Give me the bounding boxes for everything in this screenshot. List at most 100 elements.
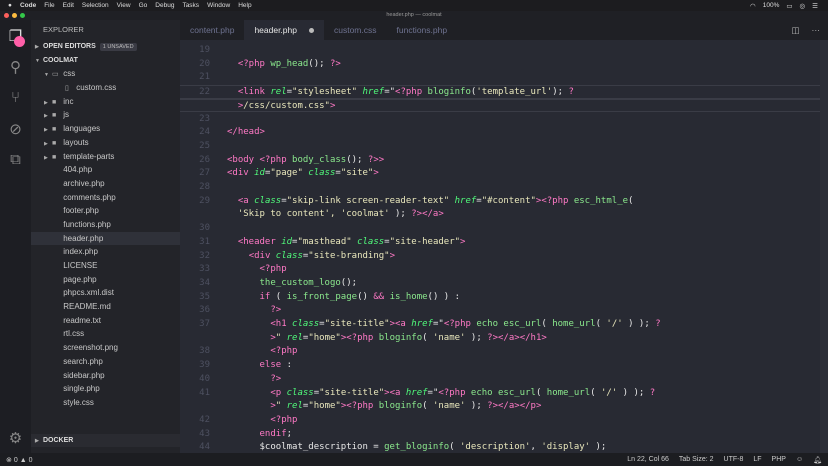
file-tree-item[interactable]: single.php bbox=[31, 382, 180, 396]
file-tree-item[interactable]: phpcs.xml.dist bbox=[31, 286, 180, 300]
code-line[interactable]: 30 bbox=[180, 222, 828, 236]
tab-size[interactable]: Tab Size: 2 bbox=[679, 456, 714, 464]
code-line[interactable]: 38 <?php bbox=[180, 345, 828, 359]
code-line[interactable]: 26 <body <?php body_class(); ?>> bbox=[180, 154, 828, 168]
file-tree-item[interactable]: page.php bbox=[31, 273, 180, 287]
cursor-position[interactable]: Ln 22, Col 66 bbox=[627, 456, 669, 464]
code-line[interactable]: 20 <?php wp_head(); ?> bbox=[180, 58, 828, 72]
code-line[interactable]: 'Skip to content', 'coolmat' ); ?></a> bbox=[180, 208, 828, 222]
debug-icon[interactable]: ⊘ bbox=[0, 113, 31, 144]
menu-app[interactable]: Code bbox=[20, 2, 36, 9]
file-tree-item[interactable]: 404.php bbox=[31, 163, 180, 177]
file-tree-item[interactable]: ▯ custom.css bbox=[31, 81, 180, 95]
code-line[interactable]: 42 <?php bbox=[180, 414, 828, 428]
menu-tasks[interactable]: Tasks bbox=[182, 2, 199, 9]
code-line[interactable]: 19 bbox=[180, 44, 828, 58]
file-tree-item[interactable]: rtl.css bbox=[31, 327, 180, 341]
file-tree-item[interactable]: ▶ ■ layouts bbox=[31, 136, 180, 150]
zoom-window-button[interactable] bbox=[20, 13, 25, 18]
code-line[interactable]: 33 <?php bbox=[180, 263, 828, 277]
errors-status[interactable]: ⊗ 0 ▲ 0 bbox=[6, 456, 32, 464]
menu-help[interactable]: Help bbox=[238, 2, 251, 9]
menu-file[interactable]: File bbox=[44, 2, 54, 9]
more-actions-icon[interactable]: ··· bbox=[812, 20, 821, 40]
code-line[interactable]: 29 <a class="skip-link screen-reader-tex… bbox=[180, 195, 828, 209]
encoding[interactable]: UTF-8 bbox=[724, 456, 744, 464]
menu-debug[interactable]: Debug bbox=[155, 2, 174, 9]
file-tree-item[interactable]: ▼ ▭ css bbox=[31, 67, 180, 81]
editor-scrollbar[interactable] bbox=[820, 40, 828, 453]
code-line[interactable]: >/css/custom.css"> bbox=[180, 98, 828, 113]
file-tree-item[interactable]: ▶ ■ js bbox=[31, 108, 180, 122]
code-line[interactable]: 32 <div class="site-branding"> bbox=[180, 250, 828, 264]
code-line[interactable]: 41 <p class="site-title"><a href="<?php … bbox=[180, 387, 828, 401]
code-line[interactable]: 34 the_custom_logo(); bbox=[180, 277, 828, 291]
extensions-icon[interactable]: ⧉ bbox=[0, 144, 31, 175]
file-tree-item[interactable]: ▶ ■ languages bbox=[31, 122, 180, 136]
notifications-icon[interactable]: ☰ bbox=[812, 2, 818, 10]
code-line[interactable]: 27 <div id="page" class="site"> bbox=[180, 167, 828, 181]
tab-custom-css[interactable]: custom.css bbox=[324, 20, 387, 40]
file-tree-item[interactable]: index.php bbox=[31, 245, 180, 259]
open-editors-section[interactable]: ▶ OPEN EDITORS 1 UNSAVED bbox=[31, 40, 180, 54]
search-icon[interactable]: ⚲ bbox=[0, 51, 31, 82]
wifi-icon[interactable]: ◠ bbox=[750, 2, 756, 10]
code-line[interactable]: 39 else : bbox=[180, 359, 828, 373]
code-line[interactable]: 24 </head> bbox=[180, 126, 828, 140]
unsaved-dot-icon[interactable] bbox=[308, 28, 314, 34]
line-ending[interactable]: LF bbox=[753, 456, 761, 464]
code-line[interactable]: 28 bbox=[180, 181, 828, 195]
menu-selection[interactable]: Selection bbox=[82, 2, 109, 9]
file-tree-item[interactable]: screenshot.png bbox=[31, 341, 180, 355]
code-editor[interactable]: 18 <link rel="profile" href="http://gmpg… bbox=[180, 40, 828, 453]
code-line[interactable]: 31 <header id="masthead" class="site-hea… bbox=[180, 236, 828, 250]
code-line[interactable]: 40 ?> bbox=[180, 373, 828, 387]
menu-view[interactable]: View bbox=[117, 2, 131, 9]
file-tree-item[interactable]: footer.php bbox=[31, 204, 180, 218]
file-tree-item[interactable]: sidebar.php bbox=[31, 369, 180, 383]
code-line[interactable]: >" rel="home"><?php bloginfo( 'name' ); … bbox=[180, 400, 828, 414]
file-tree-item[interactable]: comments.php bbox=[31, 191, 180, 205]
source-control-icon[interactable]: ⑂ bbox=[0, 82, 31, 113]
code-line[interactable]: 36 ?> bbox=[180, 304, 828, 318]
file-tree-item[interactable]: README.md bbox=[31, 300, 180, 314]
feedback-smiley-icon[interactable]: ☺ bbox=[796, 456, 803, 464]
tab-content-php[interactable]: content.php bbox=[180, 20, 244, 40]
file-tree-item[interactable]: archive.php bbox=[31, 177, 180, 191]
code-line[interactable]: 43 endif; bbox=[180, 428, 828, 442]
language-mode[interactable]: PHP bbox=[772, 456, 786, 464]
code-line[interactable]: 37 <h1 class="site-title"><a href="<?php… bbox=[180, 318, 828, 332]
explorer-icon[interactable]: ❐ bbox=[0, 20, 31, 51]
line-number: 41 bbox=[199, 387, 210, 398]
docker-section[interactable]: ▶ DOCKER bbox=[31, 434, 180, 447]
menu-window[interactable]: Window bbox=[207, 2, 230, 9]
file-tree-item[interactable]: ▶ ■ inc bbox=[31, 95, 180, 109]
minimize-window-button[interactable] bbox=[12, 13, 17, 18]
code-line[interactable]: 35 if ( is_front_page() && is_home() ) : bbox=[180, 291, 828, 305]
file-tree-item[interactable]: header.php bbox=[31, 231, 180, 246]
menu-go[interactable]: Go bbox=[139, 2, 148, 9]
menu-edit[interactable]: Edit bbox=[63, 2, 74, 9]
file-tree-item[interactable]: search.php bbox=[31, 355, 180, 369]
file-tree-item[interactable]: functions.php bbox=[31, 218, 180, 232]
bell-icon[interactable]: 🔔︎ bbox=[813, 456, 822, 464]
apple-icon[interactable]: ● bbox=[8, 2, 12, 9]
code-line[interactable]: 22 <link rel="stylesheet" href="<?php bl… bbox=[180, 85, 828, 99]
file-tree-item[interactable]: style.css bbox=[31, 396, 180, 410]
file-tree-item[interactable]: LICENSE bbox=[31, 259, 180, 273]
code-line[interactable]: 23 bbox=[180, 113, 828, 127]
file-tree-item[interactable]: readme.txt bbox=[31, 314, 180, 328]
battery-icon[interactable]: ▭ bbox=[786, 2, 792, 10]
code-line[interactable]: 21 bbox=[180, 71, 828, 85]
code-line[interactable]: >" rel="home"><?php bloginfo( 'name' ); … bbox=[180, 332, 828, 346]
gear-icon[interactable]: ⚙ bbox=[0, 422, 31, 453]
file-tree-item[interactable]: ▶ ■ template-parts bbox=[31, 150, 180, 164]
project-section[interactable]: ▼ COOLMAT bbox=[31, 54, 180, 68]
code-line[interactable]: 25 bbox=[180, 140, 828, 154]
code-line[interactable]: 44 $coolmat_description = get_bloginfo( … bbox=[180, 441, 828, 453]
siri-icon[interactable]: ◎ bbox=[800, 2, 806, 10]
close-window-button[interactable] bbox=[4, 13, 9, 18]
tab-header-php[interactable]: header.php bbox=[244, 20, 324, 40]
tab-functions-php[interactable]: functions.php bbox=[387, 20, 458, 40]
split-editor-icon[interactable]: ◫ bbox=[791, 20, 799, 40]
